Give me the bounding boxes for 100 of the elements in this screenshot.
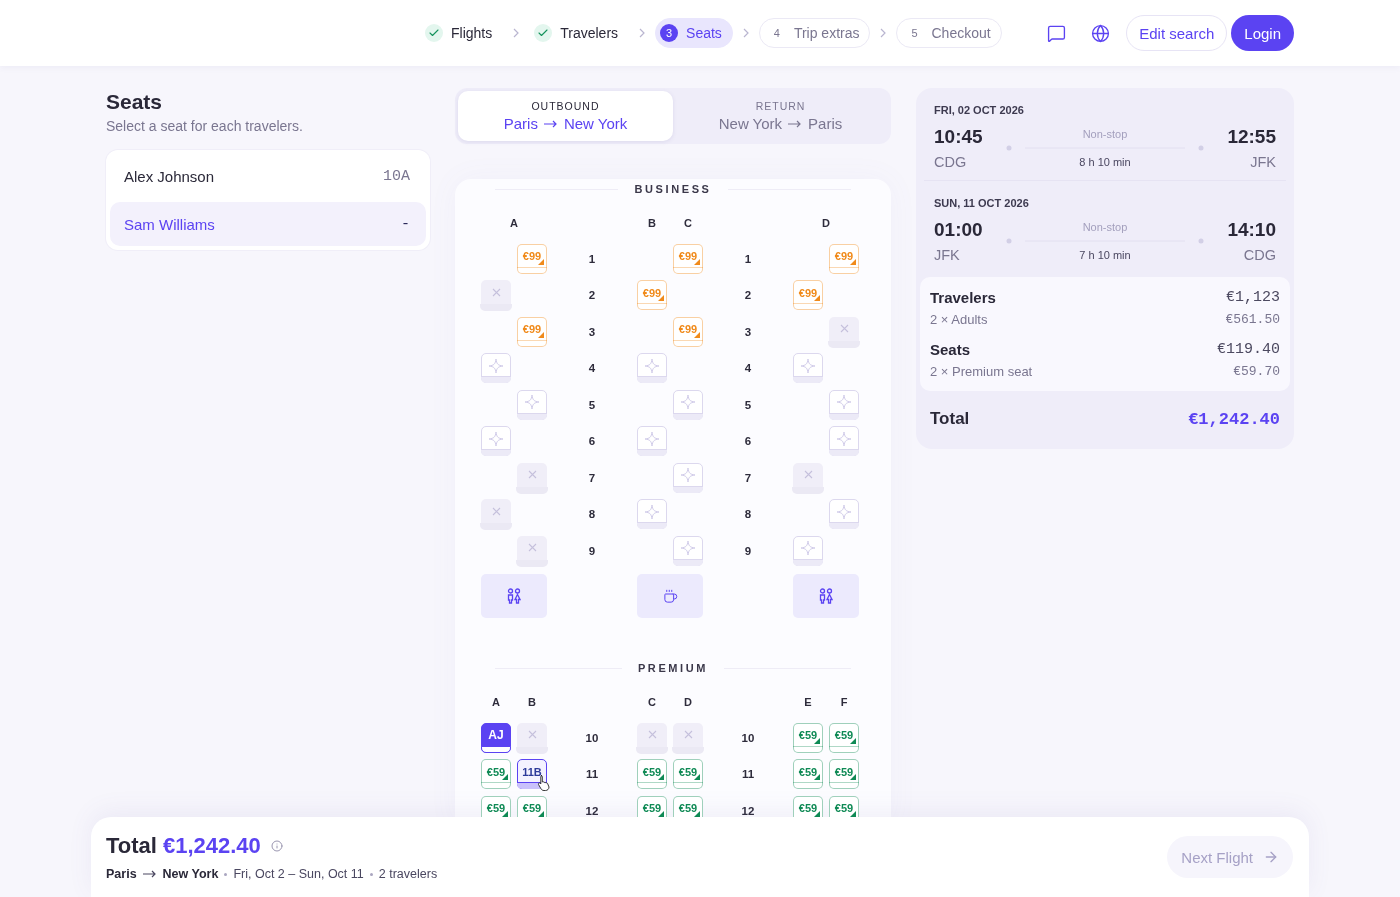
- airport-code: JFK: [934, 247, 961, 263]
- page-subtitle: Select a seat for each travelers.: [106, 118, 304, 134]
- stops-label: Non-stop: [1082, 128, 1128, 140]
- row-number: 1: [743, 252, 753, 265]
- price-label: Seats: [930, 341, 972, 358]
- sparkle-icon: [836, 394, 852, 410]
- price-label: Travelers: [930, 289, 997, 306]
- column-label: A: [491, 696, 501, 708]
- seat-button[interactable]: €59: [637, 795, 667, 817]
- row-number: 2: [587, 289, 597, 301]
- seat-button[interactable]: €59: [517, 795, 547, 817]
- column-label: A: [509, 217, 519, 229]
- arrival-time: 12:55: [1226, 126, 1276, 148]
- seat-button[interactable]: [481, 353, 511, 383]
- seat-button[interactable]: [517, 389, 547, 420]
- sparkle-icon: [524, 394, 540, 410]
- seat-button[interactable]: €59: [829, 759, 859, 789]
- sparkle-icon: [680, 467, 696, 483]
- seat-button[interactable]: €99: [637, 280, 667, 310]
- seat-button[interactable]: €99: [517, 316, 547, 347]
- departure-time: 01:00: [934, 219, 984, 241]
- step-tab[interactable]: 3 Seats: [655, 18, 733, 48]
- edit-search-button[interactable]: Edit search: [1126, 15, 1228, 51]
- seat-button[interactable]: [637, 499, 667, 529]
- seat-button[interactable]: [637, 353, 667, 383]
- row-number: 5: [587, 398, 597, 411]
- seat-button[interactable]: [793, 535, 823, 566]
- seat-button[interactable]: €59: [829, 722, 859, 753]
- seat-button[interactable]: [481, 426, 511, 456]
- unit-price: €59.70: [1232, 364, 1280, 379]
- seat-button[interactable]: €99: [829, 243, 859, 274]
- seat-button[interactable]: €59: [793, 795, 823, 817]
- row-number: 3: [587, 325, 597, 338]
- login-button[interactable]: Login: [1231, 15, 1294, 51]
- seat-button[interactable]: [637, 426, 667, 456]
- row-number: 6: [587, 435, 597, 447]
- seat-button[interactable]: AJ: [481, 722, 511, 753]
- check-icon: [537, 27, 550, 39]
- seat-button[interactable]: €59: [673, 759, 703, 789]
- total-amount: €1,242.40: [162, 833, 261, 859]
- seat-button[interactable]: €59: [637, 759, 667, 789]
- seat-button[interactable]: €99: [673, 316, 703, 347]
- seat-button[interactable]: €59: [793, 759, 823, 789]
- traveler-item[interactable]: Sam Williams -: [110, 202, 426, 246]
- seat-button[interactable]: €59: [793, 722, 823, 753]
- seat-button[interactable]: [673, 462, 703, 493]
- row-number: 12: [740, 804, 756, 817]
- price-amount: €119.40: [1217, 341, 1280, 358]
- sparkle-icon: [836, 503, 852, 520]
- flight-tab[interactable]: RETURN New York Paris: [673, 91, 888, 141]
- column-label: D: [821, 217, 831, 229]
- cross-icon: [491, 506, 501, 516]
- row-number: 9: [587, 544, 597, 557]
- arrow-icon: [543, 119, 558, 128]
- seat-button[interactable]: €99: [673, 243, 703, 274]
- sparkle-icon: [680, 540, 696, 556]
- info-icon[interactable]: [270, 840, 283, 852]
- step-tab[interactable]: Travelers: [529, 18, 630, 48]
- cross-icon: [527, 543, 537, 552]
- row-number: 1: [587, 252, 597, 265]
- seat-button[interactable]: [829, 499, 859, 529]
- destination-city: New York: [162, 867, 219, 881]
- column-label: D: [683, 696, 693, 708]
- seat-button[interactable]: [673, 389, 703, 420]
- cross-icon: [839, 324, 849, 333]
- row-number: 5: [743, 398, 753, 411]
- row-number: 6: [743, 435, 753, 447]
- seat-button[interactable]: [673, 535, 703, 566]
- flight-tab[interactable]: OUTBOUND Paris New York: [458, 91, 673, 141]
- seat-button[interactable]: €59: [673, 795, 703, 817]
- step-tab[interactable]: 5 Checkout: [896, 18, 1002, 48]
- seat-button[interactable]: €59: [481, 759, 511, 789]
- seat-button[interactable]: €99: [793, 280, 823, 310]
- sparkle-icon: [680, 394, 696, 410]
- cabin-title: PREMIUM: [637, 662, 709, 674]
- row-number: 12: [584, 804, 600, 817]
- seat-button[interactable]: [829, 389, 859, 420]
- airport-code: CDG: [934, 154, 968, 170]
- column-label: E: [803, 696, 813, 708]
- seat-button[interactable]: [793, 353, 823, 383]
- globe-icon: [1090, 23, 1110, 43]
- sparkle-icon: [644, 430, 660, 447]
- step-tab[interactable]: 4 Trip extras: [758, 18, 871, 48]
- column-label: B: [647, 217, 657, 229]
- seat-button[interactable]: €99: [517, 243, 547, 274]
- cross-icon: [647, 730, 657, 739]
- check-icon: [428, 27, 440, 39]
- seat-button[interactable]: 11B: [517, 759, 547, 789]
- seat-button[interactable]: €59: [481, 795, 511, 817]
- seat-button[interactable]: [829, 426, 859, 456]
- sparkle-icon: [644, 503, 660, 520]
- page-title: Seats: [106, 89, 164, 115]
- seat-button[interactable]: €59: [829, 795, 859, 817]
- airport-code: CDG: [1242, 247, 1276, 263]
- sparkle-icon: [800, 540, 816, 556]
- arrow-icon: [142, 870, 157, 878]
- column-label: B: [527, 696, 537, 708]
- cup-icon: [662, 588, 678, 604]
- step-tab[interactable]: Flights: [420, 18, 504, 48]
- cross-icon: [803, 470, 813, 479]
